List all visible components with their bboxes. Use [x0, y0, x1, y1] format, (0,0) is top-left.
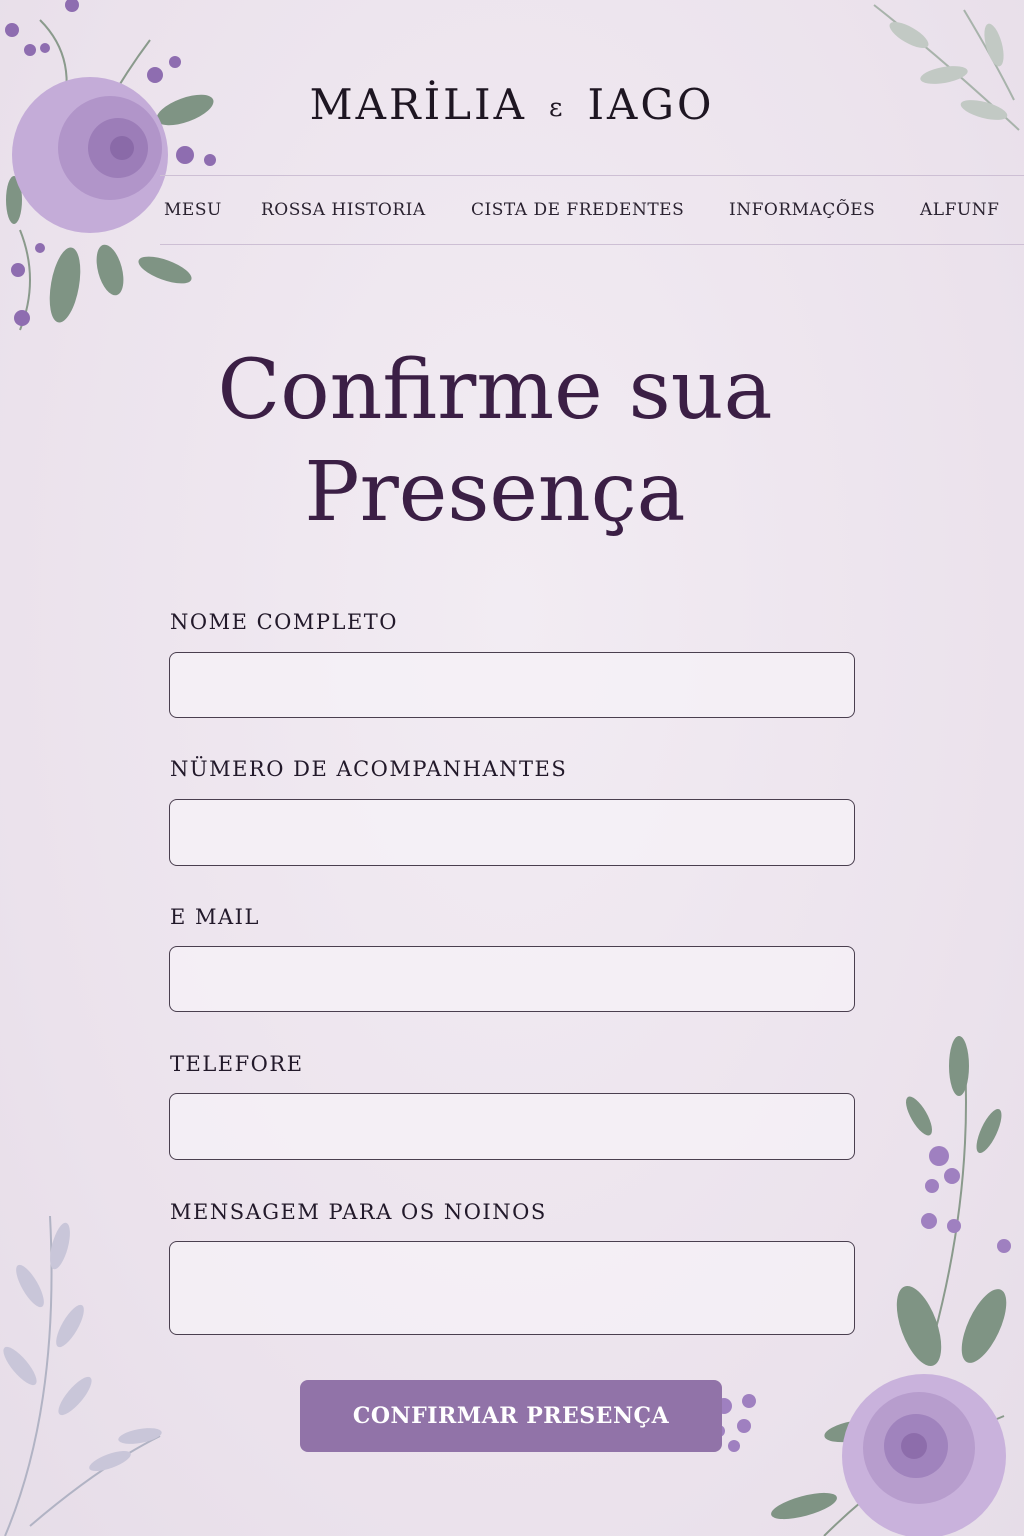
main-nav: MESU ROSSA HISTORIA CISTA DE FREDENTES I…: [160, 175, 1024, 245]
page-title-line1: Confirme sua: [217, 343, 773, 438]
nav-item-informacoes[interactable]: INFORMAÇÕES: [729, 200, 875, 220]
phone-input[interactable]: [169, 1093, 855, 1160]
couple-name-right: IAGO: [587, 80, 715, 129]
leaf-branch-icon: [3, 1215, 162, 1536]
confirm-presence-button[interactable]: CONFIRMAR PRESENÇA: [300, 1380, 722, 1452]
message-textarea[interactable]: [169, 1241, 855, 1335]
page-title-line2: Presença: [304, 445, 686, 540]
guests-input[interactable]: [169, 799, 855, 866]
ampersand: ε: [548, 93, 566, 123]
rose-cluster-icon: [5, 0, 216, 331]
nav-item-lista-presentes[interactable]: CISTA DE FREDENTES: [471, 200, 684, 220]
name-input[interactable]: [169, 652, 855, 718]
nav-item-album[interactable]: ALFUNF: [920, 200, 999, 220]
phone-label: TELEFORE: [170, 1052, 304, 1076]
email-label: E MAIL: [170, 905, 260, 929]
guests-label: NÜMERO DE ACOMPANHANTES: [170, 757, 568, 781]
site-title: MARİLIA ε IAGO: [0, 80, 1024, 129]
nav-item-historia[interactable]: ROSSA HISTORIA: [261, 200, 426, 220]
name-label: NOME COMPLETO: [170, 610, 399, 634]
message-label: MENSAGEM PARA OS NOINOS: [170, 1200, 547, 1224]
nav-item-menu[interactable]: MESU: [164, 200, 222, 220]
page-title: Confirme sua Presença: [150, 340, 840, 544]
couple-name-left: MARİLIA: [309, 80, 527, 129]
email-input[interactable]: [169, 946, 855, 1012]
